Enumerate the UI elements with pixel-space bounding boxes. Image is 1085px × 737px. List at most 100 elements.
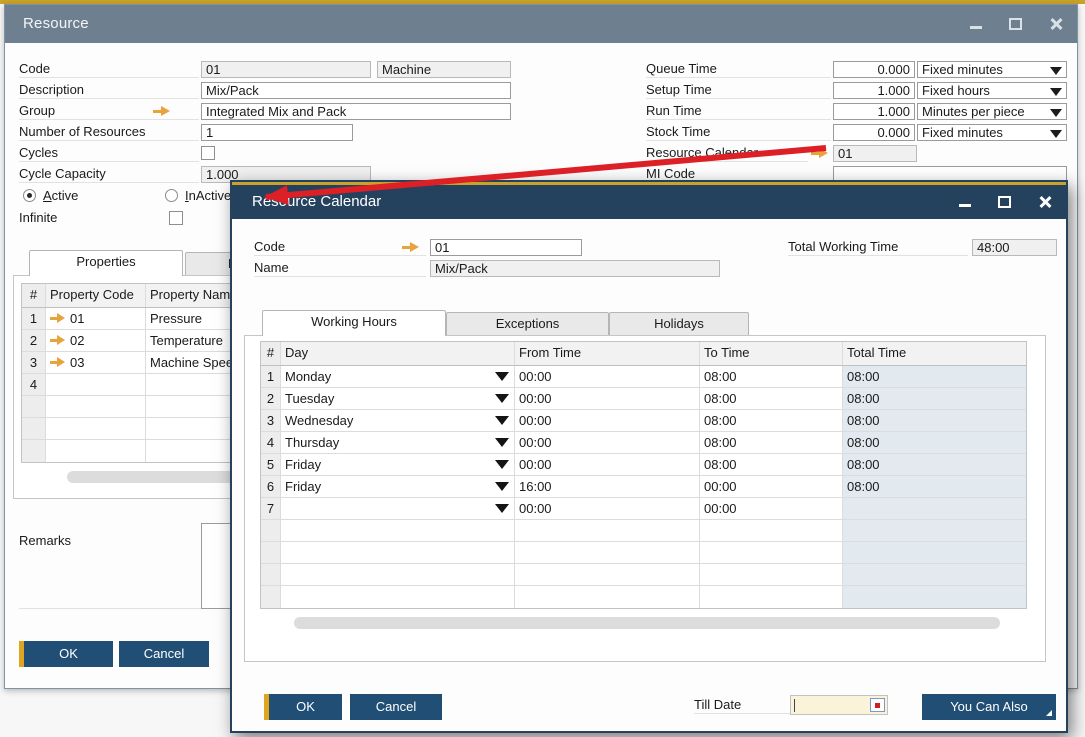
from-time-cell[interactable]: 00:00 [515, 388, 700, 409]
property-code-cell[interactable]: 01 [46, 308, 146, 329]
hours-horizontal-scrollbar[interactable] [294, 617, 1000, 629]
resource-type-field[interactable]: Machine [377, 61, 511, 78]
queue-time-unit-select[interactable]: Fixed minutes [917, 61, 1067, 78]
tab-working-hours[interactable]: Working Hours [262, 310, 446, 336]
day-cell[interactable]: Tuesday [281, 388, 515, 409]
to-time-cell[interactable]: 00:00 [700, 476, 843, 497]
row-num [261, 586, 281, 608]
property-code-cell[interactable] [46, 396, 146, 417]
property-code-cell[interactable] [46, 440, 146, 462]
chevron-down-icon[interactable] [1050, 88, 1062, 96]
to-time-cell[interactable]: 08:00 [700, 410, 843, 431]
from-time-cell[interactable]: 00:00 [515, 410, 700, 431]
link-arrow-icon[interactable] [50, 313, 67, 324]
row-num [22, 396, 46, 417]
to-time-cell[interactable]: 08:00 [700, 388, 843, 409]
you-can-also-button[interactable]: You Can Also [922, 694, 1056, 720]
close-icon[interactable] [1036, 193, 1054, 211]
to-time-cell[interactable] [700, 586, 843, 608]
link-arrow-icon[interactable] [50, 335, 67, 346]
cycles-checkbox[interactable] [201, 146, 215, 160]
from-time-cell[interactable] [515, 564, 700, 585]
maximize-icon[interactable] [996, 193, 1014, 211]
day-dropdown-icon[interactable] [495, 416, 509, 425]
property-code-cell[interactable]: 03 [46, 352, 146, 373]
to-time-cell[interactable]: 08:00 [700, 366, 843, 387]
tab-properties[interactable]: Properties [29, 250, 183, 276]
total-working-time-field[interactable]: 48:00 [972, 239, 1057, 256]
resource-calendar-field[interactable]: 01 [833, 145, 917, 162]
property-code-cell[interactable] [46, 374, 146, 395]
calendar-picker-icon[interactable] [870, 698, 885, 712]
stock-time-unit-select[interactable]: Fixed minutes [917, 124, 1067, 141]
from-time-cell[interactable] [515, 586, 700, 608]
dialog-titlebar[interactable]: Resource Calendar [232, 185, 1066, 219]
to-time-cell[interactable] [700, 542, 843, 563]
group-field[interactable]: Integrated Mix and Pack [201, 103, 511, 120]
day-dropdown-icon[interactable] [495, 504, 509, 513]
number-of-resources-field[interactable]: 1 [201, 124, 353, 141]
to-time-cell[interactable]: 00:00 [700, 498, 843, 519]
from-time-cell[interactable]: 16:00 [515, 476, 700, 497]
close-icon[interactable] [1047, 15, 1065, 33]
resource-calendar-link-arrow-icon[interactable] [811, 148, 828, 159]
dialog-cancel-button[interactable]: Cancel [350, 694, 442, 720]
minimize-icon[interactable] [967, 15, 985, 33]
till-date-field[interactable] [790, 695, 888, 715]
minimize-icon[interactable] [956, 193, 974, 211]
from-time-cell[interactable] [515, 542, 700, 563]
day-cell[interactable] [281, 520, 515, 541]
day-dropdown-icon[interactable] [495, 372, 509, 381]
day-dropdown-icon[interactable] [495, 482, 509, 491]
inactive-radio[interactable] [165, 189, 178, 202]
maximize-icon[interactable] [1007, 15, 1025, 33]
day-cell[interactable] [281, 542, 515, 563]
description-field[interactable]: Mix/Pack [201, 82, 511, 99]
to-time-cell[interactable] [700, 564, 843, 585]
dialog-ok-button[interactable]: OK [264, 694, 342, 720]
from-time-cell[interactable]: 00:00 [515, 454, 700, 475]
property-code-cell[interactable] [46, 418, 146, 439]
code-field[interactable]: 01 [201, 61, 371, 78]
day-cell[interactable] [281, 586, 515, 608]
run-time-field[interactable]: 1.000 [833, 103, 915, 120]
calendar-code-link-arrow-icon[interactable] [402, 242, 419, 253]
to-time-cell[interactable]: 08:00 [700, 432, 843, 453]
day-cell[interactable]: Monday [281, 366, 515, 387]
tab-holidays[interactable]: Holidays [609, 312, 749, 336]
group-link-arrow-icon[interactable] [153, 106, 170, 117]
queue-time-field[interactable]: 0.000 [833, 61, 915, 78]
day-dropdown-icon[interactable] [495, 460, 509, 469]
day-cell[interactable]: Friday [281, 454, 515, 475]
chevron-down-icon[interactable] [1050, 67, 1062, 75]
to-time-cell[interactable] [700, 520, 843, 541]
ok-button[interactable]: OK [19, 641, 113, 667]
run-time-unit-select[interactable]: Minutes per piece [917, 103, 1067, 120]
day-dropdown-icon[interactable] [495, 394, 509, 403]
day-cell[interactable] [281, 498, 515, 519]
day-cell[interactable] [281, 564, 515, 585]
from-time-cell[interactable]: 00:00 [515, 498, 700, 519]
to-time-cell[interactable]: 08:00 [700, 454, 843, 475]
setup-time-unit-select[interactable]: Fixed hours [917, 82, 1067, 99]
chevron-down-icon[interactable] [1050, 130, 1062, 138]
from-time-cell[interactable] [515, 520, 700, 541]
chevron-down-icon[interactable] [1050, 109, 1062, 117]
property-code-cell[interactable]: 02 [46, 330, 146, 351]
day-cell[interactable]: Friday [281, 476, 515, 497]
stock-time-field[interactable]: 0.000 [833, 124, 915, 141]
infinite-checkbox[interactable] [169, 211, 183, 225]
setup-time-field[interactable]: 1.000 [833, 82, 915, 99]
calendar-name-field[interactable]: Mix/Pack [430, 260, 720, 277]
cancel-button[interactable]: Cancel [119, 641, 209, 667]
from-time-cell[interactable]: 00:00 [515, 366, 700, 387]
tab-exceptions[interactable]: Exceptions [446, 312, 609, 336]
link-arrow-icon[interactable] [50, 357, 67, 368]
from-time-cell[interactable]: 00:00 [515, 432, 700, 453]
resource-window-titlebar[interactable]: Resource [5, 5, 1077, 43]
day-cell[interactable]: Wednesday [281, 410, 515, 431]
active-radio[interactable] [23, 189, 36, 202]
calendar-code-field[interactable]: 01 [430, 239, 582, 256]
day-cell[interactable]: Thursday [281, 432, 515, 453]
day-dropdown-icon[interactable] [495, 438, 509, 447]
